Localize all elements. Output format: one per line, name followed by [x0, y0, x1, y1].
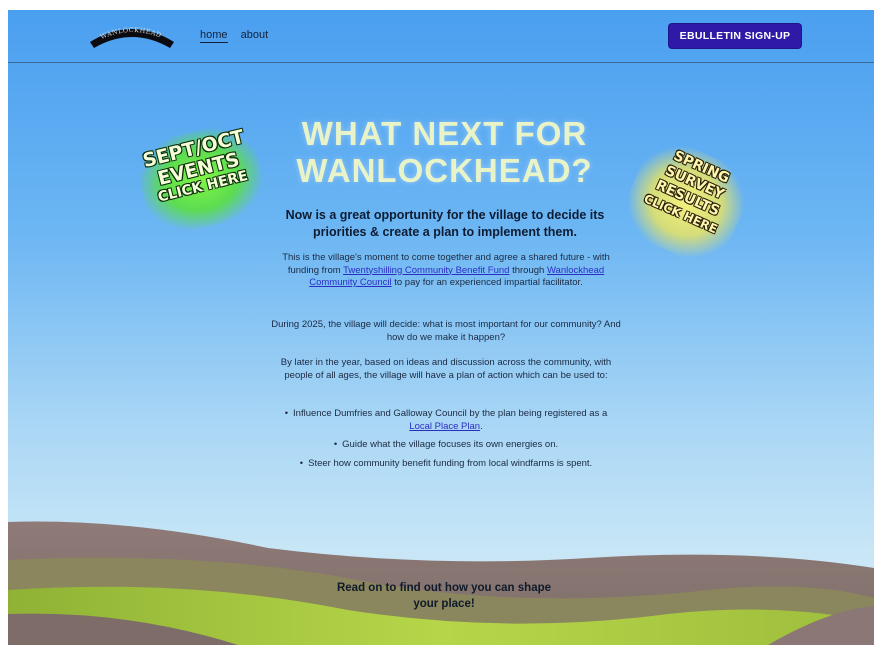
plan-uses-list: • Influence Dumfries and Galloway Council…	[276, 408, 616, 476]
list-item: • Guide what the village focuses its own …	[276, 439, 616, 452]
call-to-action: Read on to find out how you can shape yo…	[308, 580, 580, 612]
page: WANLOCKHEAD home about EBULLETIN SIGN-UP…	[8, 10, 874, 645]
local-place-plan-link[interactable]: Local Place Plan	[409, 421, 480, 432]
decide-paragraph: During 2025, the village will decide: wh…	[271, 319, 621, 343]
nav-home-link[interactable]: home	[200, 29, 228, 43]
hero-title: WHAT NEXT FOR WANLOCKHEAD?	[248, 115, 641, 189]
bullet1-end: .	[480, 420, 483, 432]
hero-title-line2: WANLOCKHEAD?	[296, 152, 593, 189]
bullet1-text: Influence Dumfries and Galloway Council …	[293, 408, 608, 419]
site-header: WANLOCKHEAD home about EBULLETIN SIGN-UP	[8, 10, 874, 63]
cta-line2: your place!	[413, 598, 475, 610]
bullet-marker: •	[333, 439, 338, 450]
intro-text-2: through	[509, 264, 547, 276]
list-item: • Steer how community benefit funding fro…	[276, 458, 616, 471]
list-item: • Influence Dumfries and Galloway Council…	[276, 408, 616, 433]
subtitle-line1: Now is a great opportunity for the villa…	[285, 208, 605, 222]
nav-about-link[interactable]: about	[241, 29, 269, 41]
wanlockhead-logo[interactable]: WANLOCKHEAD	[86, 20, 178, 50]
main-nav: home about	[200, 29, 278, 43]
twentyshilling-fund-link[interactable]: Twentyshilling Community Benefit Fund	[343, 265, 509, 276]
cta-line1: Read on to find out how you can shape	[336, 582, 552, 594]
subtitle-line2: priorities & create a plan to implement …	[313, 225, 577, 239]
intro-paragraph: This is the village's moment to come tog…	[266, 252, 626, 290]
hero-title-line1: WHAT NEXT FOR	[301, 115, 588, 152]
bullet-marker: •	[299, 457, 304, 469]
bullet-marker: •	[284, 408, 289, 419]
hero-subtitle: Now is a great opportunity for the villa…	[280, 207, 610, 241]
intro-text-3: to pay for an experienced impartial faci…	[391, 277, 583, 288]
hills-illustration	[8, 521, 874, 645]
ebulletin-signup-button[interactable]: EBULLETIN SIGN-UP	[669, 24, 801, 48]
bullet2-text: Guide what the village focuses its own e…	[342, 439, 559, 450]
plan-paragraph: By later in the year, based on ideas and…	[280, 357, 612, 381]
bullet3-text: Steer how community benefit funding from…	[308, 457, 593, 469]
